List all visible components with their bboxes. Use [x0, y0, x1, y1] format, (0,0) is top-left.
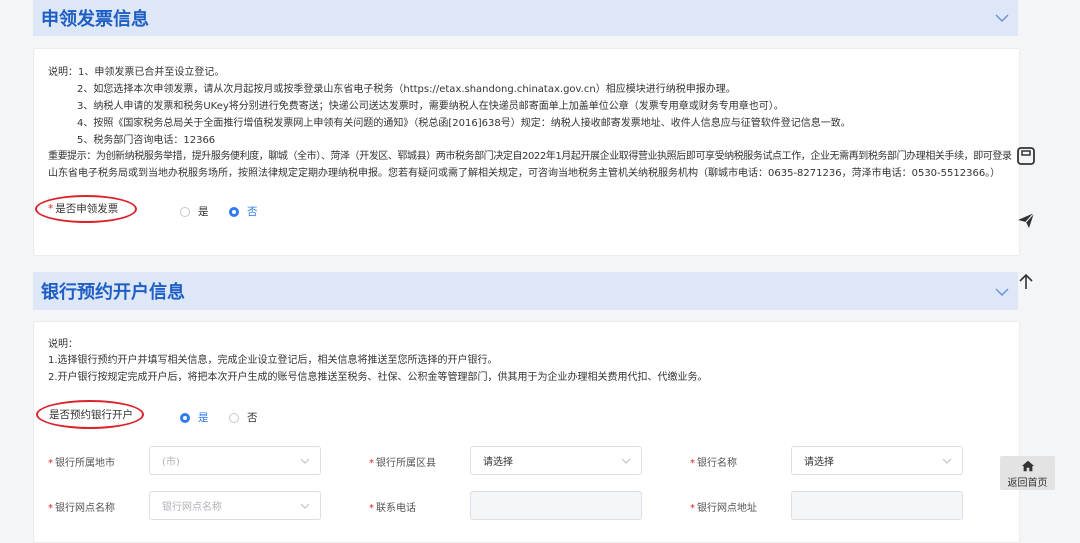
invoice-radio-yes[interactable]: 是	[180, 204, 209, 219]
bank-branch-label: * 银行网点名称	[48, 503, 115, 514]
annotation-circle	[35, 195, 137, 223]
bank-name-select[interactable]: 请选择	[791, 446, 963, 475]
bank-city-select[interactable]: (市)	[149, 446, 321, 475]
chevron-down-icon	[621, 458, 631, 464]
bank-phone-label: * 联系电话	[369, 503, 416, 514]
chevron-down-icon	[942, 458, 952, 464]
radio-circle	[180, 206, 190, 217]
invoice-note-3: 3、纳税人申请的发票和税务UKey将分别进行免费寄送；快递公司送达发票时，需要纳…	[77, 101, 784, 112]
invoice-note-5: 5、税务部门咨询电话：12366	[77, 135, 216, 146]
radio-circle-selected	[229, 206, 239, 217]
bank-note-title: 说明：	[48, 339, 78, 350]
back-home-button[interactable]: 返回首页	[1000, 456, 1055, 490]
invoice-note-4: 4、按照《国家税务总局关于全面推行增值税发票网上申领有关问题的通知》（税总函[2…	[77, 118, 851, 129]
bank-address-input[interactable]	[791, 491, 963, 520]
radio-circle	[229, 412, 239, 423]
bank-note-2: 2.开户银行按规定完成开户后，将把本次开户生成的账号信息推送至税务、社保、公积金…	[48, 372, 708, 383]
invoice-card: 说明：1、申领发票已合并至设立登记。 2、如您选择本次申领发票，请从次月起按月或…	[33, 48, 1020, 256]
bank-section-header[interactable]: 银行预约开户信息	[33, 272, 1018, 310]
bank-card: 说明： 1.选择银行预约开户并填写相关信息，完成企业设立登记后，相关信息将推送至…	[33, 321, 1020, 543]
bank-radio-yes[interactable]: 是	[180, 410, 209, 425]
arrow-up-icon[interactable]	[1016, 272, 1036, 292]
radio-circle-selected	[180, 412, 190, 423]
chevron-down-icon	[300, 503, 310, 509]
bank-radio-no[interactable]: 否	[229, 410, 258, 425]
annotation-circle	[36, 400, 144, 429]
bank-district-select[interactable]: 请选择	[470, 446, 642, 475]
chevron-down-icon[interactable]	[994, 284, 1010, 300]
back-home-label: 返回首页	[1007, 478, 1048, 489]
bank-name-label: * 银行名称	[690, 458, 737, 469]
chevron-down-icon[interactable]	[994, 10, 1010, 26]
home-icon	[1021, 460, 1034, 472]
important-tip-line2: 山东省电子税务局或到当地办税服务场所，按照法律规定定期办理纳税申报。您若有疑问或…	[48, 168, 1001, 179]
invoice-section-header[interactable]: 申领发票信息	[33, 0, 1018, 36]
send-icon[interactable]	[1016, 210, 1036, 230]
invoice-radio-no[interactable]: 否	[229, 204, 258, 219]
bank-phone-input[interactable]	[470, 491, 642, 520]
chevron-down-icon	[300, 458, 310, 464]
bank-district-label: * 银行所属区县	[369, 458, 436, 469]
invoice-note-2: 2、如您选择本次申领发票，请从次月起按月或按季登录山东省电子税务（https:/…	[77, 84, 736, 95]
invoice-note-1: 说明：1、申领发票已合并至设立登记。	[48, 67, 225, 78]
important-tip-line1: 重要提示：为创新纳税服务举措，提升服务便利度，聊城（全市）、菏泽（开发区、郓城县…	[48, 151, 1012, 162]
bank-branch-select[interactable]: 银行网点名称	[149, 491, 321, 520]
invoice-section-title: 申领发票信息	[41, 9, 149, 30]
bank-address-label: * 银行网点地址	[690, 503, 757, 514]
save-icon[interactable]	[1016, 146, 1036, 166]
bank-city-label: * 银行所属地市	[48, 458, 115, 469]
bank-section-title: 银行预约开户信息	[41, 282, 185, 303]
bank-note-1: 1.选择银行预约开户并填写相关信息，完成企业设立登记后，相关信息将推送至您所选择…	[48, 355, 498, 366]
